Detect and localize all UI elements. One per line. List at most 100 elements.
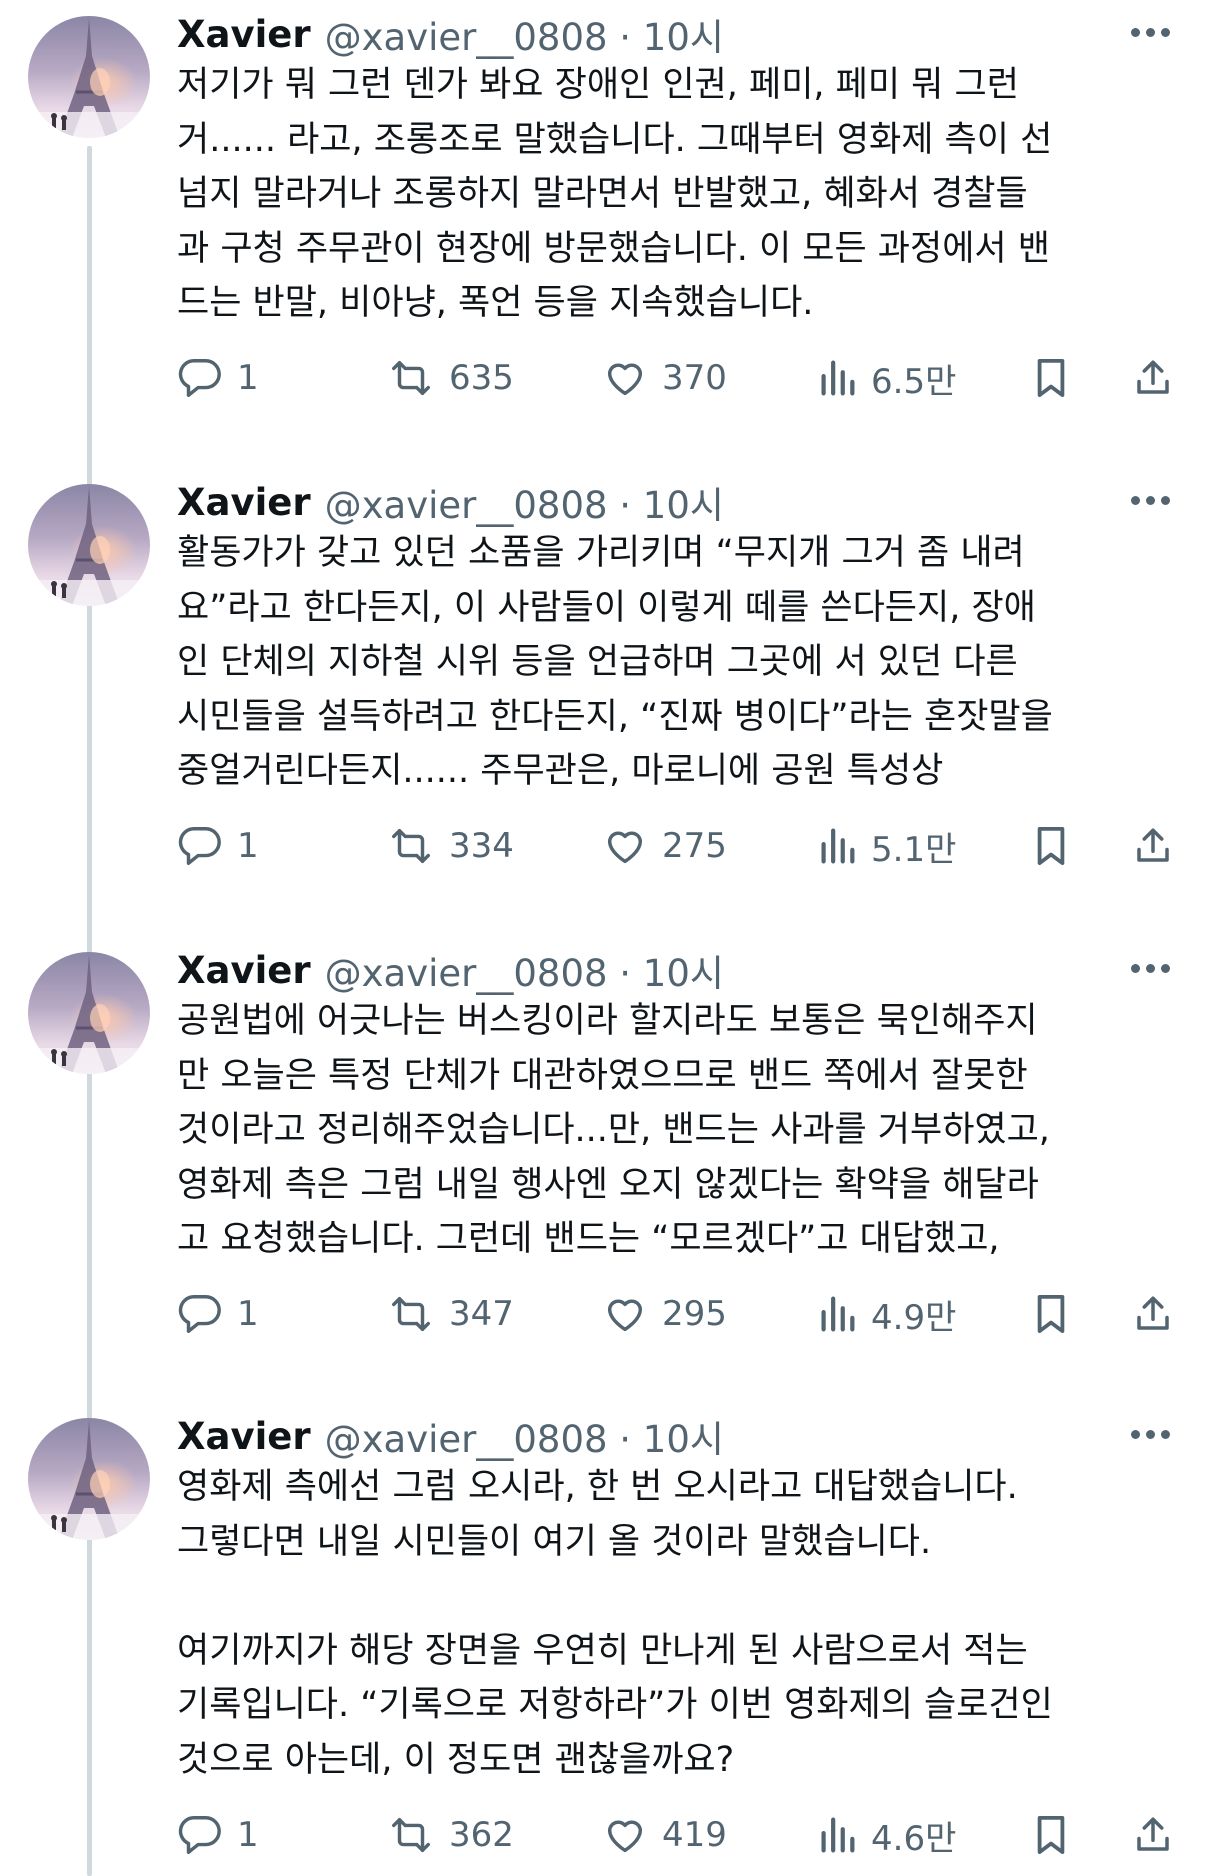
tweet-header: Xavier @xavier__0808 · 10시: [177, 4, 724, 64]
bar-chart-icon: [821, 1296, 855, 1332]
eiffel-tower-image: [28, 954, 150, 1074]
share-button[interactable]: [1132, 1805, 1174, 1865]
tweet-text: 영화제 측에선 그럼 오시라, 한 번 오시라고 대답했습니다. 그렇다면 내일…: [177, 1460, 1187, 1787]
bookmark-button[interactable]: [1032, 816, 1070, 876]
reply-bubble-icon: [178, 359, 221, 397]
action-bar: 1 334 275 5.1만: [177, 816, 1187, 876]
retweet-count: 334: [449, 826, 514, 866]
retweet-button[interactable]: 347: [387, 1284, 514, 1344]
heart-icon: [607, 363, 643, 396]
views-button[interactable]: 5.1만: [817, 816, 956, 876]
reply-count: 1: [237, 1294, 259, 1334]
tweet-text: 공원법에 어긋나는 버스킹이라 할지라도 보통은 묵인해주지 만 오늘은 특정 …: [177, 994, 1187, 1267]
tweet-text-line: 것으로 아는데, 이 정도면 괜찮을까요?: [177, 1739, 735, 1780]
avatar[interactable]: [28, 1418, 150, 1540]
share-upload-icon: [1137, 1817, 1169, 1851]
display-name[interactable]: Xavier: [177, 481, 311, 524]
more-dots-icon[interactable]: [1122, 946, 1178, 990]
reply-bubble-icon: [178, 1295, 221, 1333]
heart-icon: [607, 1820, 643, 1853]
view-count: 5.1만: [871, 829, 957, 870]
bar-chart-icon: [821, 1817, 855, 1853]
tweet-text-line: 시민들을 설득하려고 한다든지, “진짜 병이다”라는 혼잣말을: [177, 696, 1053, 737]
more-dots-icon[interactable]: [1122, 1412, 1178, 1456]
display-name[interactable]: Xavier: [177, 1415, 311, 1458]
retweet-button[interactable]: 362: [387, 1805, 514, 1865]
reply-bubble-icon: [178, 1816, 221, 1854]
more-dots-icon[interactable]: [1122, 10, 1178, 54]
bookmark-button[interactable]: [1032, 1284, 1070, 1344]
reply-count: 1: [237, 1815, 259, 1855]
tweet-text-line: 만 오늘은 특정 단체가 대관하였으므로 밴드 쪽에서 잘못한: [177, 1055, 1028, 1096]
bookmark-button[interactable]: [1032, 348, 1070, 408]
heart-icon: [607, 1299, 643, 1332]
views-button[interactable]: 4.6만: [817, 1805, 956, 1865]
action-bar: 1 635 370 6.5만: [177, 348, 1187, 408]
views-button[interactable]: 6.5만: [817, 348, 956, 408]
share-button[interactable]: [1132, 348, 1174, 408]
share-upload-icon: [1137, 828, 1169, 862]
display-name[interactable]: Xavier: [177, 13, 311, 56]
tweet-text-line: 고 요청했습니다. 그런데 밴드는 “모르겠다”고 대답했고,: [177, 1219, 1000, 1259]
like-button[interactable]: 419: [602, 1805, 727, 1865]
reply-button[interactable]: 1: [177, 348, 259, 408]
handle-and-time[interactable]: @xavier__0808 · 10시: [325, 943, 724, 997]
like-button[interactable]: 275: [602, 816, 727, 876]
tweet[interactable]: Xavier @xavier__0808 · 10시 활동가가 갖고 있던 소품…: [0, 468, 1206, 936]
reply-button[interactable]: 1: [177, 1805, 259, 1865]
tweet[interactable]: Xavier @xavier__0808 · 10시 공원법에 어긋나는 버스킹…: [0, 936, 1206, 1402]
retweet-arrows-icon: [392, 1817, 430, 1853]
retweet-count: 635: [449, 358, 514, 398]
tweet-text-line: 공원법에 어긋나는 버스킹이라 할지라도 보통은 묵인해주지: [177, 1001, 1038, 1041]
like-count: 419: [662, 1815, 727, 1855]
view-count: 4.6만: [871, 1818, 957, 1859]
share-upload-icon: [1137, 360, 1169, 394]
share-upload-icon: [1137, 1296, 1169, 1330]
like-count: 295: [662, 1294, 727, 1334]
bookmark-button[interactable]: [1032, 1805, 1070, 1865]
share-button[interactable]: [1132, 816, 1174, 876]
eiffel-tower-image: [28, 1420, 150, 1540]
tweet-text-line: 저기가 뭐 그런 덴가 봐요 장애인 인권, 페미, 페미 뭐 그런: [177, 65, 1019, 105]
retweet-button[interactable]: 635: [387, 348, 514, 408]
more-dots-icon[interactable]: [1122, 478, 1178, 522]
retweet-arrows-icon: [392, 1296, 430, 1332]
retweet-arrows-icon: [392, 828, 430, 864]
tweet-text-line: 드는 반말, 비아냥, 폭언 등을 지속했습니다.: [177, 283, 814, 323]
handle-and-time[interactable]: @xavier__0808 · 10시: [325, 475, 724, 529]
handle-and-time[interactable]: @xavier__0808 · 10시: [325, 7, 724, 61]
avatar[interactable]: [28, 952, 150, 1074]
reply-button[interactable]: 1: [177, 816, 259, 876]
display-name[interactable]: Xavier: [177, 949, 311, 992]
tweet-header: Xavier @xavier__0808 · 10시: [177, 940, 724, 1000]
reply-bubble-icon: [178, 827, 221, 865]
bar-chart-icon: [821, 828, 855, 864]
action-bar: 1 362 419 4.6만: [177, 1805, 1187, 1865]
tweet[interactable]: Xavier @xavier__0808 · 10시 저기가 뭐 그런 덴가 봐…: [0, 0, 1206, 468]
tweet-text-line: 활동가가 갖고 있던 소품을 가리키며 “무지개 그거 좀 내려: [177, 533, 1025, 573]
tweet-text-line: 여기까지가 해당 장면을 우연히 만나게 된 사람으로서 적는: [177, 1630, 1028, 1671]
tweet-text-line: 영화제 측은 그럼 내일 행사엔 오지 않겠다는 확약을 해달라: [177, 1164, 1039, 1205]
tweet-text-line: 인 단체의 지하철 시위 등을 언급하며 그곳에 서 있던 다른: [177, 642, 1018, 682]
tweet-text-line: 기록입니다. “기록으로 저항하라”가 이번 영화제의 슬로건인: [177, 1685, 1053, 1725]
like-button[interactable]: 295: [602, 1284, 727, 1344]
eiffel-tower-image: [28, 486, 150, 606]
tweet-text: 활동가가 갖고 있던 소품을 가리키며 “무지개 그거 좀 내려 요”라고 한다…: [177, 526, 1187, 799]
avatar[interactable]: [28, 484, 150, 606]
tweet-text-line: 요”라고 한다든지, 이 사람들이 이렇게 떼를 쓴다든지, 장애: [177, 587, 1036, 628]
tweet[interactable]: Xavier @xavier__0808 · 10시 영화제 측에선 그럼 오시…: [0, 1402, 1206, 1876]
like-count: 370: [662, 358, 727, 398]
bookmark-icon: [1037, 359, 1065, 397]
tweet-text-line: 넘지 말라거나 조롱하지 말라면서 반발했고, 혜화서 경찰들: [177, 174, 1028, 214]
reply-count: 1: [237, 358, 259, 398]
handle-and-time[interactable]: @xavier__0808 · 10시: [325, 1409, 724, 1463]
retweet-button[interactable]: 334: [387, 816, 514, 876]
retweet-count: 347: [449, 1294, 514, 1334]
avatar[interactable]: [28, 16, 150, 138]
tweet-text-line: 거...... 라고, 조롱조로 말했습니다. 그때부터 영화제 측이 선: [177, 119, 1053, 160]
reply-button[interactable]: 1: [177, 1284, 259, 1344]
share-button[interactable]: [1132, 1284, 1174, 1344]
views-button[interactable]: 4.9만: [817, 1284, 956, 1344]
tweet-header: Xavier @xavier__0808 · 10시: [177, 472, 724, 532]
like-button[interactable]: 370: [602, 348, 727, 408]
